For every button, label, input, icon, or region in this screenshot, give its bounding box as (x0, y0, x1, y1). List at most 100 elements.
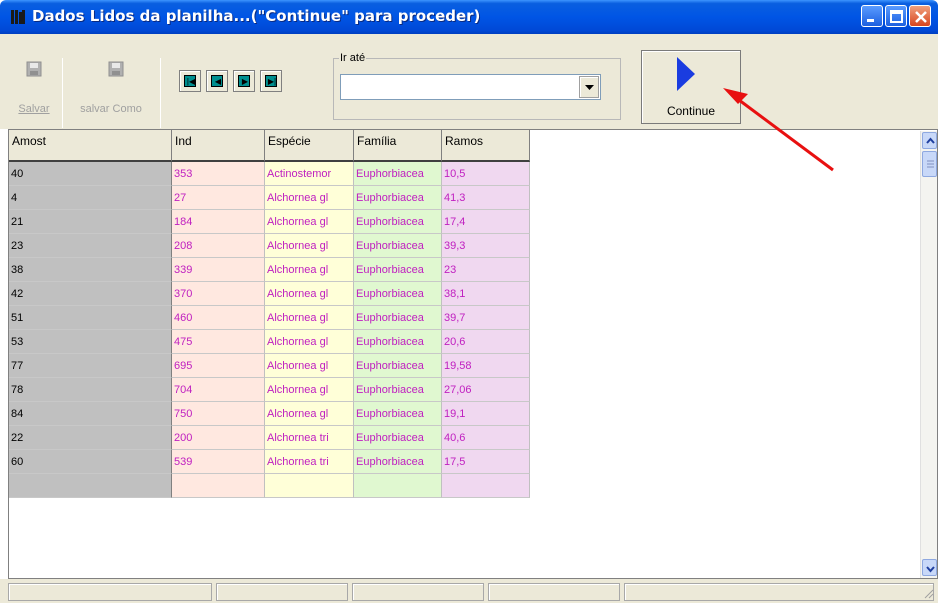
cell-especie[interactable]: Alchornea gl (265, 258, 354, 282)
next-record-button[interactable]: ▶ (233, 70, 255, 92)
cell-familia[interactable]: Euphorbiacea (354, 306, 442, 330)
cell-familia[interactable]: Euphorbiacea (354, 186, 442, 210)
cell-ramos[interactable]: 41,3 (442, 186, 530, 210)
cell-especie[interactable]: Alchornea gl (265, 378, 354, 402)
continue-label: Continue (666, 104, 716, 118)
column-header-especie[interactable]: Espécie (265, 130, 354, 162)
last-record-button[interactable]: ▶| (260, 70, 282, 92)
cell-familia[interactable]: Euphorbiacea (354, 330, 442, 354)
cell-familia[interactable]: Euphorbiacea (354, 282, 442, 306)
cell-familia[interactable] (354, 474, 442, 498)
cell-ramos[interactable]: 27,06 (442, 378, 530, 402)
cell-especie[interactable]: Alchornea tri (265, 426, 354, 450)
scroll-thumb[interactable] (922, 151, 937, 177)
cell-familia[interactable]: Euphorbiacea (354, 426, 442, 450)
cell-ind[interactable]: 695 (172, 354, 265, 378)
cell-especie[interactable]: Alchornea gl (265, 186, 354, 210)
cell-ind[interactable]: 200 (172, 426, 265, 450)
window-title: Dados Lidos da planilha...("Continue" pa… (32, 7, 481, 25)
cell-ramos[interactable]: 20,6 (442, 330, 530, 354)
status-panel (216, 583, 348, 601)
cell-familia[interactable]: Euphorbiacea (354, 162, 442, 186)
column-header-familia[interactable]: Família (354, 130, 442, 162)
cell-amost[interactable]: 84 (9, 402, 172, 426)
cell-amost[interactable]: 78 (9, 378, 172, 402)
save-as-button[interactable]: salvar Como (66, 34, 156, 129)
cell-amost[interactable]: 21 (9, 210, 172, 234)
cell-ramos[interactable]: 40,6 (442, 426, 530, 450)
cell-ind[interactable]: 353 (172, 162, 265, 186)
cell-especie[interactable]: Alchornea gl (265, 330, 354, 354)
scroll-up-button[interactable] (922, 132, 937, 149)
cell-ramos[interactable]: 10,5 (442, 162, 530, 186)
close-button[interactable] (909, 5, 931, 27)
cell-ind[interactable] (172, 474, 265, 498)
cell-especie[interactable]: Alchornea tri (265, 450, 354, 474)
cell-especie[interactable]: Alchornea gl (265, 234, 354, 258)
cell-familia[interactable]: Euphorbiacea (354, 210, 442, 234)
cell-ind[interactable]: 460 (172, 306, 265, 330)
cell-especie[interactable]: Alchornea gl (265, 306, 354, 330)
cell-ind[interactable]: 27 (172, 186, 265, 210)
cell-ramos[interactable]: 23 (442, 258, 530, 282)
save-button[interactable]: Salvar (8, 34, 60, 129)
cell-especie[interactable] (265, 474, 354, 498)
cell-especie[interactable]: Alchornea gl (265, 354, 354, 378)
cell-amost[interactable] (9, 474, 172, 498)
cell-amost[interactable]: 53 (9, 330, 172, 354)
cell-especie[interactable]: Alchornea gl (265, 402, 354, 426)
cell-ramos[interactable]: 19,1 (442, 402, 530, 426)
cell-ramos[interactable]: 19,58 (442, 354, 530, 378)
cell-familia[interactable]: Euphorbiacea (354, 234, 442, 258)
cell-especie[interactable]: Actinostemor (265, 162, 354, 186)
cell-ramos[interactable] (442, 474, 530, 498)
cell-amost[interactable]: 22 (9, 426, 172, 450)
cell-ramos[interactable]: 17,5 (442, 450, 530, 474)
column-header-ramos[interactable]: Ramos (442, 130, 530, 162)
cell-amost[interactable]: 60 (9, 450, 172, 474)
last-record-icon: ▶| (267, 77, 277, 86)
cell-especie[interactable]: Alchornea gl (265, 210, 354, 234)
toolbar-divider (62, 58, 63, 128)
scroll-down-button[interactable] (922, 559, 937, 576)
data-grid[interactable]: Amost Ind Espécie Família Ramos 40 353 Actinost… (8, 129, 938, 579)
cell-ramos[interactable]: 38,1 (442, 282, 530, 306)
cell-familia[interactable]: Euphorbiacea (354, 378, 442, 402)
cell-ind[interactable]: 208 (172, 234, 265, 258)
cell-ind[interactable]: 475 (172, 330, 265, 354)
cell-ramos[interactable]: 17,4 (442, 210, 530, 234)
first-record-button[interactable]: |◀ (179, 70, 201, 92)
minimize-icon (867, 19, 874, 22)
cell-amost[interactable]: 23 (9, 234, 172, 258)
save-as-label: salvar Como (80, 103, 142, 115)
cell-ind[interactable]: 370 (172, 282, 265, 306)
maximize-button[interactable] (885, 5, 907, 27)
cell-ramos[interactable]: 39,7 (442, 306, 530, 330)
cell-ind[interactable]: 339 (172, 258, 265, 282)
resize-grip-icon[interactable] (922, 587, 934, 599)
cell-amost[interactable]: 4 (9, 186, 172, 210)
cell-ind[interactable]: 539 (172, 450, 265, 474)
cell-ramos[interactable]: 39,3 (442, 234, 530, 258)
cell-amost[interactable]: 42 (9, 282, 172, 306)
continue-button[interactable]: Continue (641, 50, 741, 124)
goto-dropdown[interactable] (340, 74, 601, 100)
previous-record-button[interactable]: ◀ (206, 70, 228, 92)
cell-familia[interactable]: Euphorbiacea (354, 354, 442, 378)
minimize-button[interactable] (861, 5, 883, 27)
cell-ind[interactable]: 704 (172, 378, 265, 402)
cell-amost[interactable]: 51 (9, 306, 172, 330)
cell-familia[interactable]: Euphorbiacea (354, 258, 442, 282)
dropdown-button[interactable] (579, 76, 599, 98)
cell-ind[interactable]: 750 (172, 402, 265, 426)
cell-amost[interactable]: 38 (9, 258, 172, 282)
cell-especie[interactable]: Alchornea gl (265, 282, 354, 306)
cell-familia[interactable]: Euphorbiacea (354, 450, 442, 474)
column-header-ind[interactable]: Ind (172, 130, 265, 162)
cell-ind[interactable]: 184 (172, 210, 265, 234)
cell-familia[interactable]: Euphorbiacea (354, 402, 442, 426)
vertical-scrollbar[interactable] (920, 131, 937, 578)
column-header-amost[interactable]: Amost (9, 130, 172, 162)
cell-amost[interactable]: 40 (9, 162, 172, 186)
cell-amost[interactable]: 77 (9, 354, 172, 378)
